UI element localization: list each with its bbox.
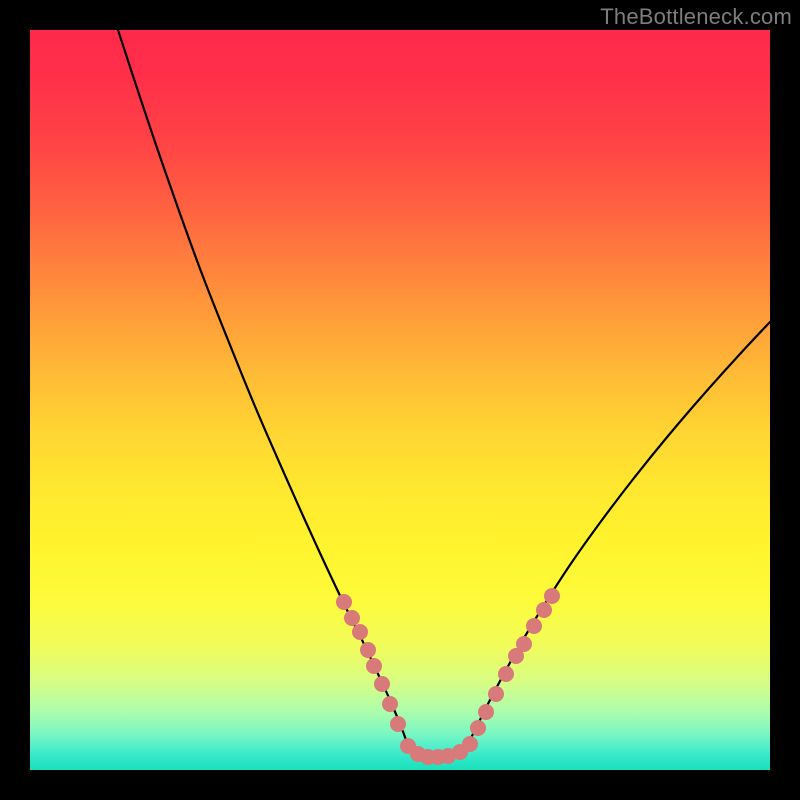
data-marker: [344, 610, 360, 626]
data-marker: [488, 686, 504, 702]
watermark-text: TheBottleneck.com: [600, 4, 792, 30]
data-marker: [366, 658, 382, 674]
data-marker: [382, 696, 398, 712]
data-marker: [374, 676, 390, 692]
data-marker: [526, 618, 542, 634]
markers-group: [336, 588, 560, 765]
data-marker: [462, 736, 478, 752]
chart-frame: TheBottleneck.com: [0, 0, 800, 800]
data-marker: [516, 636, 532, 652]
data-marker: [336, 594, 352, 610]
plot-area: [30, 30, 770, 770]
curve-left: [118, 30, 408, 748]
data-marker: [470, 720, 486, 736]
data-marker: [478, 704, 494, 720]
data-marker: [536, 602, 552, 618]
data-marker: [360, 642, 376, 658]
data-marker: [498, 666, 514, 682]
data-marker: [352, 624, 368, 640]
plot-svg: [30, 30, 770, 770]
curve-right: [466, 322, 770, 748]
data-marker: [544, 588, 560, 604]
data-marker: [390, 716, 406, 732]
